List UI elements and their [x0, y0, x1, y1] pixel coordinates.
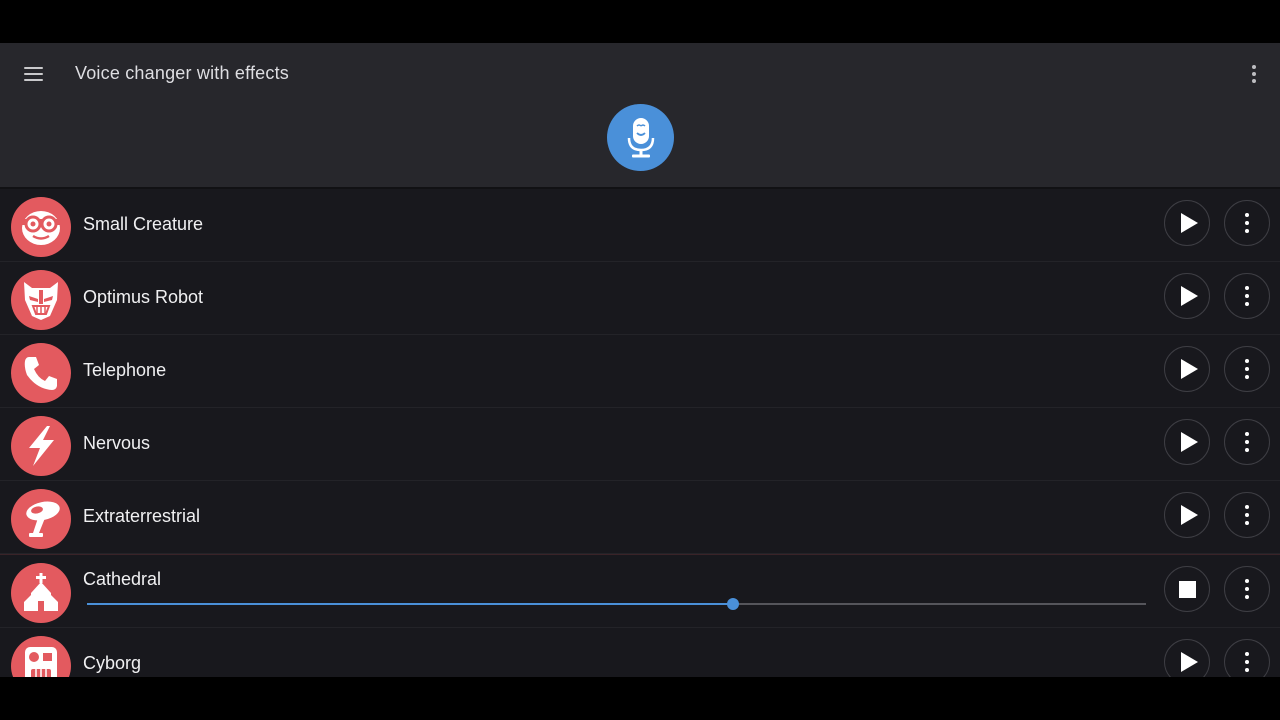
play-icon: [1180, 213, 1198, 233]
robot-mask-icon: [24, 282, 58, 320]
play-icon: [1180, 432, 1198, 452]
effect-avatar: [11, 343, 71, 403]
record-button[interactable]: [607, 104, 674, 171]
lightning-bolt-icon: [29, 426, 54, 466]
effect-avatar: [11, 563, 71, 623]
play-button[interactable]: [1164, 639, 1210, 677]
effect-label: Optimus Robot: [83, 287, 204, 307]
more-vert-icon: [1245, 432, 1249, 452]
play-icon: [1180, 652, 1198, 672]
play-icon: [1180, 359, 1198, 379]
play-button[interactable]: [1164, 346, 1210, 392]
effect-label: Small Creature: [83, 214, 204, 234]
effect-row-small-creature[interactable]: Small Creature: [0, 189, 1280, 262]
app-title: Voice changer with effects: [75, 63, 289, 83]
effect-label: Nervous: [83, 433, 151, 453]
church-icon: [24, 573, 58, 611]
effect-row-cyborg[interactable]: Cyborg: [0, 628, 1280, 677]
seek-thumb[interactable]: [726, 598, 739, 610]
microphone-icon: [627, 117, 654, 157]
play-button[interactable]: [1164, 200, 1210, 246]
effect-options-button[interactable]: [1224, 346, 1270, 392]
more-vert-icon: [1245, 505, 1249, 525]
effect-options-button[interactable]: [1224, 639, 1270, 677]
play-button[interactable]: [1164, 492, 1210, 538]
app-screen: Voice changer with effects Small Creatur…: [0, 43, 1280, 677]
more-vert-icon: [1245, 213, 1249, 233]
effect-options-button[interactable]: [1224, 419, 1270, 465]
effect-row-extraterrestrial[interactable]: Extraterrestrial: [0, 481, 1280, 554]
hamburger-menu-icon[interactable]: [24, 67, 43, 81]
more-vert-icon: [1245, 359, 1249, 379]
stop-icon: [1178, 580, 1196, 598]
play-button[interactable]: [1164, 273, 1210, 319]
ufo-icon: [26, 501, 60, 537]
effect-label: Telephone: [83, 360, 167, 380]
play-icon: [1180, 505, 1198, 525]
effect-row-optimus-robot[interactable]: Optimus Robot: [0, 262, 1280, 335]
more-vert-icon[interactable]: [1250, 65, 1258, 83]
effect-avatar: [11, 416, 71, 476]
effect-avatar: [11, 636, 71, 677]
effect-options-button[interactable]: [1224, 492, 1270, 538]
more-vert-icon: [1245, 652, 1249, 672]
effect-row-nervous[interactable]: Nervous: [0, 408, 1280, 481]
creature-face-icon: [22, 211, 60, 245]
play-button[interactable]: [1164, 419, 1210, 465]
effect-label: Extraterrestrial: [83, 506, 201, 526]
effect-label: Cyborg: [83, 653, 142, 673]
effect-avatar: [11, 270, 71, 330]
effects-list: Small Creature Optimus Robot Telephone N…: [0, 189, 1280, 677]
more-vert-icon: [1245, 286, 1249, 306]
telephone-icon: [24, 357, 57, 390]
stop-button[interactable]: [1164, 566, 1210, 612]
playback-seek-bar[interactable]: [87, 598, 1146, 610]
more-vert-icon: [1245, 579, 1249, 599]
effect-avatar: [11, 489, 71, 549]
effect-options-button[interactable]: [1224, 200, 1270, 246]
effect-avatar: [11, 197, 71, 257]
effect-label: Cathedral: [83, 569, 162, 589]
effect-options-button[interactable]: [1224, 273, 1270, 319]
app-bar: Voice changer with effects: [0, 43, 1280, 189]
effect-row-telephone[interactable]: Telephone: [0, 335, 1280, 408]
seek-progress: [87, 603, 733, 605]
effect-options-button[interactable]: [1224, 566, 1270, 612]
effect-row-cathedral[interactable]: Cathedral: [0, 554, 1280, 628]
cyborg-face-icon: [25, 647, 57, 677]
play-icon: [1180, 286, 1198, 306]
